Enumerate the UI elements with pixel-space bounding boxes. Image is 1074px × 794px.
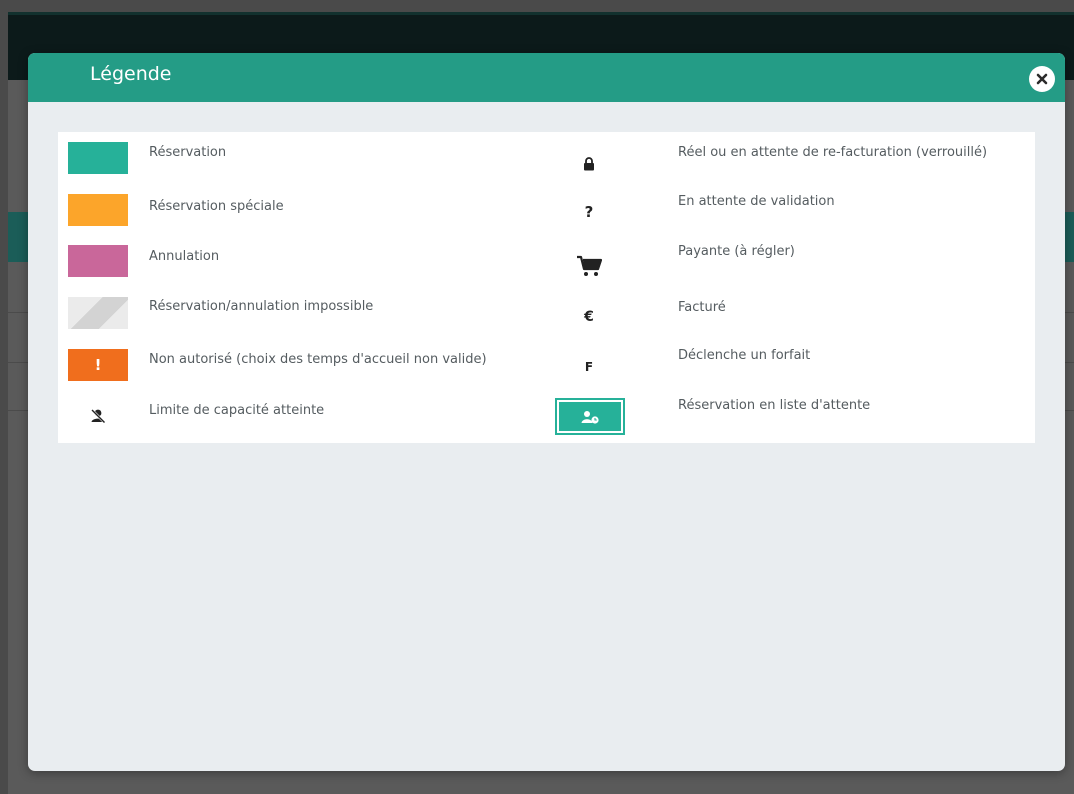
close-button[interactable] <box>1029 66 1055 92</box>
legend-item-reservation: Réservation <box>58 142 538 188</box>
legend-item-waitlist: Réservation en liste d'attente <box>555 397 1035 443</box>
legend-label: Non autorisé (choix des temps d'accueil … <box>149 352 487 367</box>
modal-header: Légende <box>28 53 1065 102</box>
legend-label: Réservation <box>149 145 227 160</box>
legend-item-cancellation: Annulation <box>58 245 538 291</box>
modal-title: Légende <box>90 63 172 85</box>
legend-label: Limite de capacité atteinte <box>149 403 325 418</box>
app-top-border <box>8 12 1074 15</box>
lock-icon <box>584 157 594 171</box>
close-icon <box>1036 73 1048 85</box>
legend-label: Réservation spéciale <box>149 199 284 214</box>
legend-label: Facturé <box>678 300 726 315</box>
legend-label: En attente de validation <box>678 194 835 209</box>
legend-label: Réservation en liste d'attente <box>678 398 871 413</box>
euro-icon: € <box>584 309 594 325</box>
pink-swatch <box>68 245 128 277</box>
legend-item-special-reservation: Réservation spéciale <box>58 194 538 240</box>
orange-swatch <box>68 194 128 226</box>
legend-item-impossible: Réservation/annulation impossible <box>58 297 538 343</box>
legend-item-invoiced: € Facturé <box>555 295 1035 341</box>
legend-item-pending-validation: ? En attente de validation <box>555 190 1035 236</box>
legend-label: Annulation <box>149 249 220 264</box>
legend-label: Déclenche un forfait <box>678 348 811 363</box>
waitlist-icon <box>581 410 599 424</box>
legend-modal: Légende Réservation Réservation spéciale… <box>28 53 1065 771</box>
legend-label: Payante (à régler) <box>678 244 795 259</box>
legend-label: Réel ou en attente de re-facturation (ve… <box>678 145 988 160</box>
question-icon: ? <box>584 203 594 221</box>
user-slash-icon <box>91 409 106 424</box>
legend-label: Réservation/annulation impossible <box>149 299 374 314</box>
cart-icon <box>577 255 602 276</box>
legend-list: Réservation Réservation spéciale Annulat… <box>58 132 1035 443</box>
legend-item-forfait: F Déclenche un forfait <box>555 345 1035 391</box>
orange-red-swatch: ! <box>68 349 128 381</box>
legend-item-locked: Réel ou en attente de re-facturation (ve… <box>555 142 1035 188</box>
exclamation-icon: ! <box>94 356 102 374</box>
legend-item-not-authorized: ! Non autorisé (choix des temps d'accuei… <box>58 349 538 395</box>
forfait-icon: F <box>584 360 594 374</box>
waitlist-swatch <box>555 398 625 435</box>
hatched-swatch <box>68 297 128 329</box>
legend-item-capacity: Limite de capacité atteinte <box>58 400 538 446</box>
legend-item-payable: Payante (à régler) <box>555 240 1035 286</box>
teal-swatch <box>68 142 128 174</box>
